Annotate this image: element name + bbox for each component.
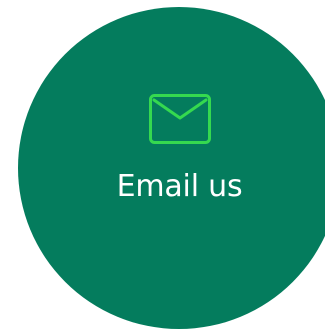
envelope-icon (148, 93, 212, 145)
email-us-label: Email us (116, 169, 243, 204)
email-us-card: Email us (0, 0, 325, 331)
